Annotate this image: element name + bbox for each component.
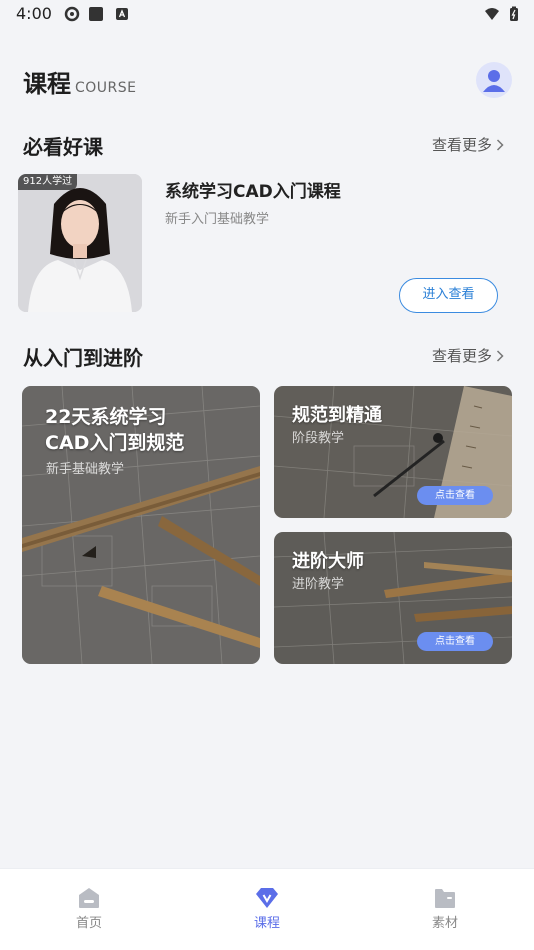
battery-icon [510,6,518,21]
more-link-label: 查看更多 [432,347,493,365]
home-icon [79,888,99,908]
course-card-title-line1: 22天系统学习 [45,406,167,428]
page-header: 课程 COURSE [23,64,137,99]
section-title-recommended: 必看好课 [23,135,103,159]
view-button[interactable]: 点击查看 [417,486,493,505]
course-card-title: 规范到精通 [292,405,382,426]
course-card-subtitle: 新手基础教学 [46,462,125,477]
featured-course-subtitle: 新手入门基础教学 [165,212,270,227]
nav-item-home[interactable]: 首页 [59,887,119,931]
avatar-button[interactable] [476,62,512,98]
instructor-photo [18,174,142,312]
chevron-right-icon [496,349,504,362]
more-link-label: 查看更多 [432,136,493,154]
bottom-nav: 首页 课程 素材 [0,868,534,950]
page-title: 课程 [23,70,71,98]
more-link-recommended[interactable]: 查看更多 [432,134,504,155]
chevron-right-icon [496,138,504,151]
course-card-subtitle: 阶段教学 [292,431,345,446]
course-card-title-line2: CAD入门到规范 [45,432,185,454]
notification-a-icon [116,8,128,20]
wifi-icon [485,8,499,20]
nav-item-materials[interactable]: 素材 [415,887,475,931]
course-card-title: 22天系统学习 CAD入门到规范 [45,404,184,456]
nav-label-materials: 素材 [431,916,458,931]
user-icon [483,70,505,92]
section-title-advanced: 从入门到进阶 [23,346,143,370]
sync-icon [64,6,80,22]
page-title-en: COURSE [75,80,137,96]
course-card-subtitle: 进阶教学 [292,577,345,592]
nav-item-course[interactable]: 课程 [237,887,297,931]
featured-course-title[interactable]: 系统学习CAD入门课程 [165,177,341,202]
status-bar: 4:00 [0,0,534,30]
course-card-master[interactable]: 进阶大师 进阶教学 点击查看 [274,532,512,664]
course-card-standard[interactable]: 规范到精通 阶段教学 点击查看 [274,386,512,518]
learners-badge: 912人学过 [18,174,78,190]
course-card-beginner[interactable]: 22天系统学习 CAD入门到规范 新手基础教学 [22,386,260,664]
course-v-icon [256,888,278,908]
nav-label-home: 首页 [75,916,102,931]
more-link-advanced[interactable]: 查看更多 [432,345,504,366]
enter-view-button[interactable]: 进入查看 [399,278,498,313]
folder-icon [435,889,455,908]
view-button[interactable]: 点击查看 [417,632,493,651]
nav-label-course: 课程 [253,916,280,931]
square-icon [89,7,103,21]
course-card-title: 进阶大师 [292,551,364,572]
featured-course-thumbnail[interactable]: 912人学过 [18,174,142,312]
status-time: 4:00 [16,4,52,23]
